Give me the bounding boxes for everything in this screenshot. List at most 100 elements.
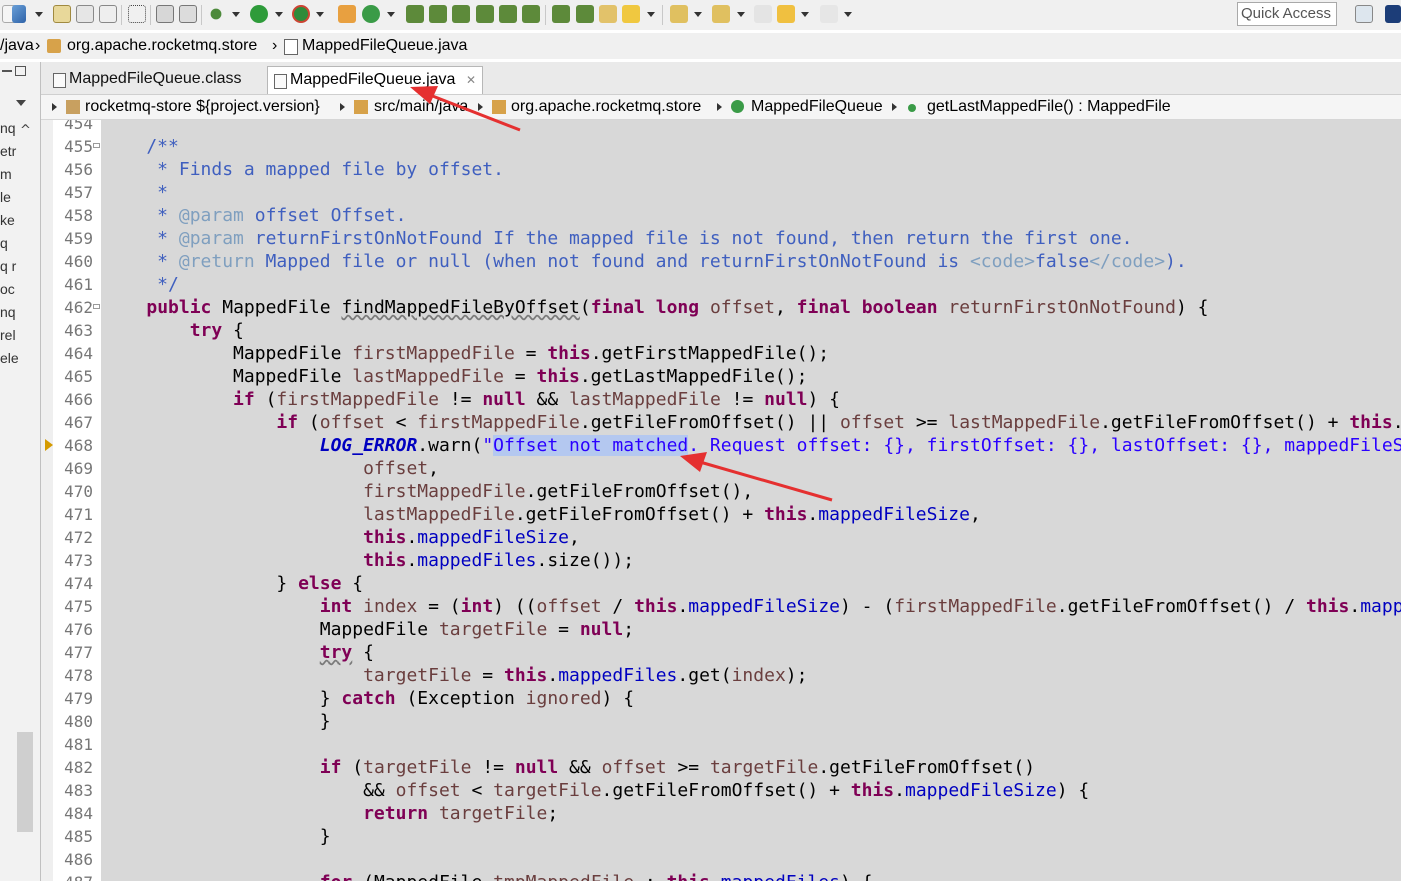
next-annotation-icon[interactable] xyxy=(670,5,688,23)
fold-toggle-icon[interactable] xyxy=(93,143,100,148)
tree-item[interactable]: q xyxy=(0,235,8,251)
tree-item[interactable]: etr xyxy=(0,143,16,159)
breadcrumb-separator-icon[interactable] xyxy=(340,103,345,111)
minimize-icon[interactable] xyxy=(2,70,12,72)
coverage-icon[interactable] xyxy=(292,5,310,23)
code-line[interactable]: 471 lastMappedFile.getFileFromOffset() +… xyxy=(41,503,1401,526)
breadcrumb-package[interactable]: org.apache.rocketmq.store xyxy=(67,37,257,55)
code-line[interactable]: 463 try { xyxy=(41,319,1401,342)
code-line[interactable]: 485 } xyxy=(41,825,1401,848)
last-edit-icon[interactable] xyxy=(754,5,772,23)
tab-mappedfilequeue-class[interactable]: MappedFileQueue.class xyxy=(47,66,265,94)
open-file-icon[interactable] xyxy=(599,5,617,23)
next-annotation-dropdown-icon[interactable] xyxy=(694,12,702,17)
print-icon[interactable] xyxy=(76,5,94,23)
breadcrumb-folder[interactable]: /java xyxy=(0,37,34,55)
pen-icon[interactable] xyxy=(622,5,640,23)
code-line[interactable]: 459 * @param returnFirstOnNotFound If th… xyxy=(41,227,1401,250)
new-java-package-icon[interactable] xyxy=(338,5,356,23)
tree-item[interactable]: q r xyxy=(0,258,16,274)
code-line[interactable]: 478 targetFile = this.mappedFiles.get(in… xyxy=(41,664,1401,687)
save-all-icon[interactable] xyxy=(53,5,71,23)
code-line[interactable]: 470 firstMappedFile.getFileFromOffset(), xyxy=(41,480,1401,503)
code-line[interactable]: 477 try { xyxy=(41,641,1401,664)
code-line[interactable]: 484 return targetFile; xyxy=(41,802,1401,825)
java-perspective-icon[interactable] xyxy=(1385,5,1401,23)
fold-toggle-icon[interactable] xyxy=(93,304,100,309)
code-line[interactable]: 462 public MappedFile findMappedFileByOf… xyxy=(41,296,1401,319)
maximize-icon[interactable] xyxy=(15,66,26,76)
save-icon[interactable] xyxy=(12,5,26,23)
breadcrumb-source-folder[interactable]: src/main/java xyxy=(374,98,468,116)
code-line[interactable]: 483 && offset < targetFile.getFileFromOf… xyxy=(41,779,1401,802)
code-line[interactable]: 465 MappedFile lastMappedFile = this.get… xyxy=(41,365,1401,388)
code-line[interactable]: 467 if (offset < firstMappedFile.getFile… xyxy=(41,411,1401,434)
code-line[interactable]: 464 MappedFile firstMappedFile = this.ge… xyxy=(41,342,1401,365)
breadcrumb-separator-icon[interactable] xyxy=(892,103,897,111)
forward-dropdown-icon[interactable] xyxy=(844,12,852,17)
tree-item[interactable]: oc xyxy=(0,281,15,297)
code-line[interactable]: 487 for (MappedFile tmpMappedFile : this… xyxy=(41,871,1401,881)
breadcrumb-separator-icon[interactable] xyxy=(717,103,722,111)
code-line[interactable]: 458 * @param offset Offset. xyxy=(41,204,1401,227)
tree-item[interactable]: m xyxy=(0,166,12,182)
breadcrumb-package[interactable]: org.apache.rocketmq.store xyxy=(511,98,701,116)
open-type-icon[interactable] xyxy=(406,5,424,23)
code-line[interactable]: 476 MappedFile targetFile = null; xyxy=(41,618,1401,641)
forward-icon[interactable] xyxy=(820,5,838,23)
code-line[interactable]: 482 if (targetFile != null && offset >= … xyxy=(41,756,1401,779)
code-editor[interactable]: 454 455 /** 456 * Finds a mapped file by o… xyxy=(41,120,1401,881)
code-line[interactable]: 468 LOG_ERROR.warn("Offset not matched. … xyxy=(41,434,1401,457)
open-perspective-icon[interactable] xyxy=(1355,5,1373,23)
new-class-dropdown-icon[interactable] xyxy=(387,12,395,17)
code-line[interactable]: 460 * @return Mapped file or null (when … xyxy=(41,250,1401,273)
breadcrumb-project[interactable]: rocketmq-store ${project.version} xyxy=(85,98,320,116)
new-dropdown-icon[interactable] xyxy=(35,12,43,17)
skip-breakpoints-icon[interactable] xyxy=(156,5,174,23)
breadcrumb-class[interactable]: MappedFileQueue xyxy=(751,98,883,116)
new-java-class-icon[interactable] xyxy=(362,5,380,23)
quick-access-input[interactable]: Quick Access xyxy=(1237,2,1337,26)
coverage-dropdown-icon[interactable] xyxy=(316,12,324,17)
code-line[interactable]: 475 int index = (int) ((offset / this.ma… xyxy=(41,595,1401,618)
code-line[interactable]: 479 } catch (Exception ignored) { xyxy=(41,687,1401,710)
paragraph-icon[interactable] xyxy=(99,5,117,23)
scroll-up-icon[interactable]: ^ xyxy=(20,123,31,138)
back-icon[interactable] xyxy=(777,5,795,23)
code-line[interactable]: 461 */ xyxy=(41,273,1401,296)
code-line[interactable]: 486 xyxy=(41,848,1401,871)
breadcrumb-method[interactable]: getLastMappedFile() : MappedFile xyxy=(927,98,1171,116)
code-line[interactable]: 466 if (firstMappedFile != null && lastM… xyxy=(41,388,1401,411)
open-resource-icon[interactable] xyxy=(476,5,494,23)
tree-item[interactable]: le xyxy=(0,189,11,205)
run-icon[interactable] xyxy=(250,5,268,23)
breadcrumb-expand-icon[interactable] xyxy=(52,103,57,111)
tree-item[interactable]: ke xyxy=(0,212,15,228)
open-folder-icon[interactable] xyxy=(552,5,570,23)
tree-item[interactable]: rel xyxy=(0,327,16,343)
scrollbar-thumb[interactable] xyxy=(17,732,33,832)
search-icon[interactable] xyxy=(452,5,470,23)
code-line[interactable]: 481 xyxy=(41,733,1401,756)
code-line[interactable]: 455 /** xyxy=(41,135,1401,158)
code-line[interactable]: 454 xyxy=(41,120,1401,135)
tree-item[interactable]: ele xyxy=(0,350,19,366)
refresh-icon[interactable] xyxy=(522,5,540,23)
tab-mappedfilequeue-java[interactable]: MappedFileQueue.java ✕ xyxy=(267,66,483,94)
open-task-icon[interactable] xyxy=(429,5,447,23)
tree-item[interactable]: nq xyxy=(0,304,16,320)
code-line[interactable]: 469 offset, xyxy=(41,457,1401,480)
code-line[interactable]: 472 this.mappedFileSize, xyxy=(41,526,1401,549)
close-icon[interactable]: ✕ xyxy=(466,67,476,93)
pen-dropdown-icon[interactable] xyxy=(647,12,655,17)
view-menu-icon[interactable] xyxy=(16,100,26,106)
code-line[interactable]: 473 this.mappedFiles.size()); xyxy=(41,549,1401,572)
run-dropdown-icon[interactable] xyxy=(275,12,283,17)
code-line[interactable]: 480 } xyxy=(41,710,1401,733)
tree-item[interactable]: nq xyxy=(0,120,16,136)
previous-annotation-dropdown-icon[interactable] xyxy=(737,12,745,17)
block-selection-icon[interactable] xyxy=(128,5,146,23)
back-dropdown-icon[interactable] xyxy=(801,12,809,17)
debug-dropdown-icon[interactable] xyxy=(232,12,240,17)
previous-annotation-icon[interactable] xyxy=(712,5,730,23)
